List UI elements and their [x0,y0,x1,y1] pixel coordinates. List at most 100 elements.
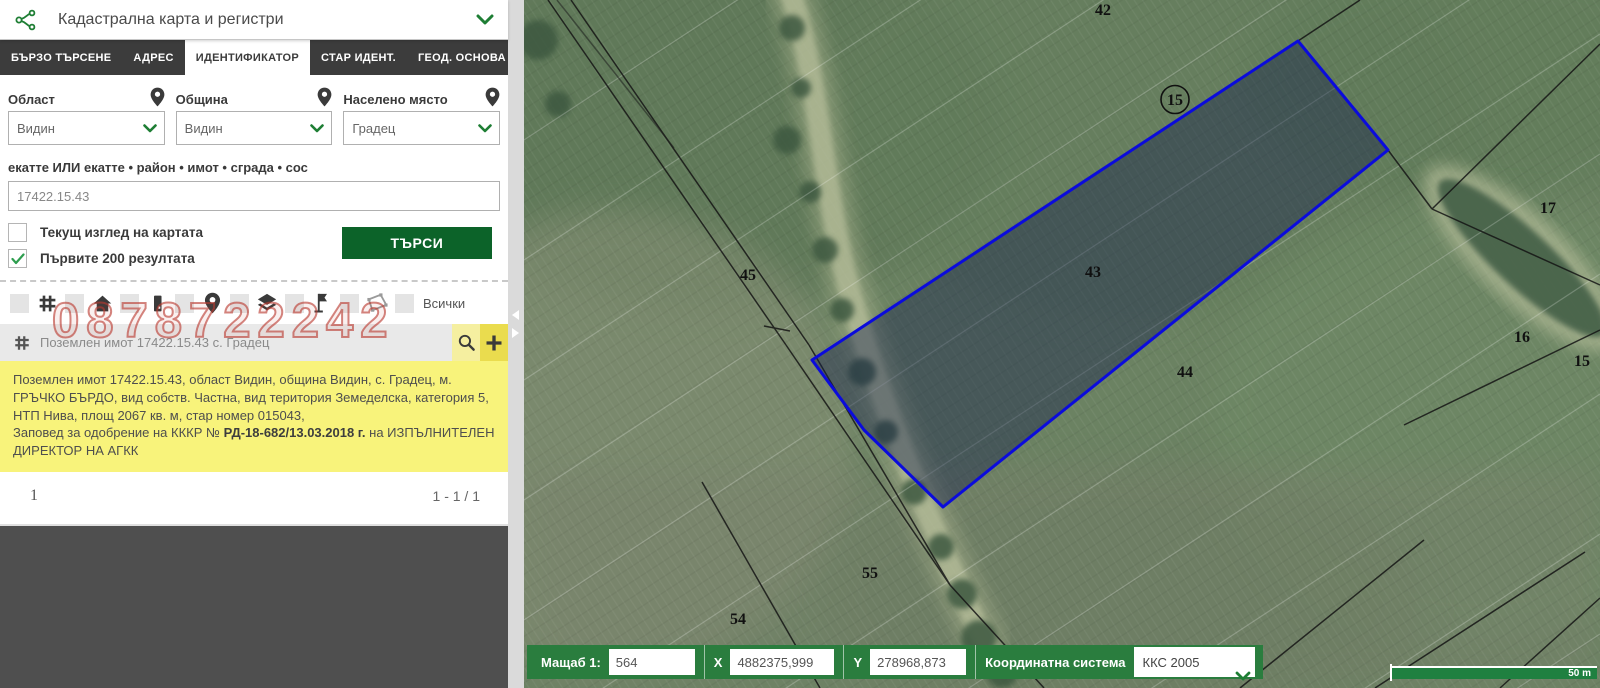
pin-icon[interactable] [200,291,224,315]
current-view-checkbox[interactable] [8,223,27,242]
pagination: 1 1 - 1 / 1 [8,472,500,520]
divider [0,280,508,282]
pin-icon[interactable] [317,87,332,107]
expand-right-icon[interactable] [512,328,519,338]
building-icon[interactable] [145,291,169,315]
polygon-icon[interactable] [365,291,389,315]
divider [843,645,844,679]
layers-icon[interactable] [255,291,279,315]
first-200-label: Първите 200 резултата [40,251,195,266]
settlement-label: Населено място [343,92,447,107]
result-detail-panel: Поземлен имот 17422.15.43, област Видин,… [0,361,508,472]
chevron-down-icon [310,124,324,133]
field-oblast: Област Видин [8,85,165,145]
parcel-label: 17 [1540,200,1556,217]
obshtina-value: Видин [185,121,311,136]
pin-icon[interactable] [485,87,500,107]
map-statusbar: Мащаб 1: X Y Координатна система ККС 200… [527,645,1263,679]
search-icon [457,333,476,352]
pin-icon[interactable] [150,87,165,107]
chevron-down-icon [143,124,157,133]
route-icon [14,8,38,32]
identifier-form: Област Видин Общи [0,75,508,520]
crs-label: Координатна система [985,655,1125,670]
zoom-to-result-button[interactable] [452,324,480,361]
app-title: Кадастрална карта и регистри [58,11,476,29]
parcel-label: 42 [1095,2,1111,19]
add-result-button[interactable] [480,324,508,361]
map-scalebar: 50 m [1390,666,1597,679]
flag-icon[interactable] [310,291,334,315]
parcel-label: 16 [1514,329,1530,346]
search-tabbar: БЪРЗО ТЪРСЕНЕ АДРЕС ИДЕНТИФИКАТОР СТАР И… [0,40,508,75]
result-detail-text: Поземлен имот 17422.15.43, област Видин,… [13,371,495,460]
y-coordinate-input[interactable] [870,649,966,675]
tab-address[interactable]: АДРЕС [122,40,184,75]
tab-quick-search[interactable]: БЪРЗО ТЪРСЕНЕ [0,40,122,75]
map-canvas[interactable]: 42 15 17 45 43 16 15 44 55 54 [524,0,1600,688]
pin-layer-checkbox[interactable] [175,294,194,313]
layers-toolbar: Всички [8,291,500,315]
divider [704,645,705,679]
result-row-title: Поземлен имот 17422.15.43 с. Градец [40,335,452,350]
all-layer-checkbox[interactable] [395,294,414,313]
obshtina-select[interactable]: Видин [176,111,333,145]
grid-icon [13,334,31,352]
sidebar-empty-area [0,524,508,688]
sidebar-splitter[interactable] [508,0,524,688]
y-label: Y [853,655,862,670]
parcel-label: 44 [1177,364,1193,381]
crs-value: ККС 2005 [1143,655,1200,670]
x-label: X [714,655,723,670]
page-number[interactable]: 1 [30,487,38,505]
app-header: Кадастрална карта и регистри [0,0,508,40]
parcel-label: 55 [862,565,878,582]
flag-layer-checkbox[interactable] [285,294,304,313]
oblast-label: Област [8,92,55,107]
grid-layer-checkbox[interactable] [10,294,29,313]
oblast-value: Видин [17,121,143,136]
house-layer-checkbox[interactable] [65,294,84,313]
check-icon [11,253,25,265]
field-obshtina: Община Видин [176,85,333,145]
x-coordinate-input[interactable] [730,649,834,675]
obshtina-label: Община [176,92,228,107]
chevron-down-icon[interactable] [476,14,494,26]
plus-icon [484,333,504,353]
scale-label: Мащаб 1: [541,655,601,670]
first-200-checkbox[interactable] [8,249,27,268]
page-range: 1 - 1 / 1 [433,488,480,504]
all-layers-label: Всички [423,296,465,311]
tab-geod-base[interactable]: ГЕОД. ОСНОВА [407,40,517,75]
scalebar-label: 50 m [1568,668,1597,679]
divider [975,645,976,679]
chevron-down-icon [478,124,492,133]
layers-layer-checkbox[interactable] [230,294,249,313]
search-button[interactable]: ТЪРСИ [342,227,492,259]
building-layer-checkbox[interactable] [120,294,139,313]
parcel-label: 15 [1167,92,1183,109]
field-settlement: Населено място Градец [343,85,500,145]
polygon-layer-checkbox[interactable] [340,294,359,313]
parcel-label: 43 [1085,264,1101,281]
current-view-label: Текущ изглед на картата [40,225,203,240]
chevron-down-icon [1235,671,1251,681]
scale-input[interactable] [609,649,695,675]
settlement-select[interactable]: Градец [343,111,500,145]
collapse-left-icon[interactable] [512,310,519,320]
result-row[interactable]: Поземлен имот 17422.15.43 с. Градец [0,324,508,361]
app-window: Кадастрална карта и регистри БЪРЗО ТЪРСЕ… [0,0,1600,688]
parcel-label: 54 [730,611,746,628]
crs-select[interactable]: ККС 2005 [1134,647,1256,677]
ekatte-input[interactable] [8,181,500,211]
sidebar: Кадастрална карта и регистри БЪРЗО ТЪРСЕ… [0,0,508,688]
ekatte-label: екатте ИЛИ екатте • район • имот • сград… [8,160,500,175]
settlement-value: Градец [352,121,478,136]
oblast-select[interactable]: Видин [8,111,165,145]
tab-identifier[interactable]: ИДЕНТИФИКАТОР [185,40,310,75]
tab-old-ident[interactable]: СТАР ИДЕНТ. [310,40,407,75]
grid-icon[interactable] [35,291,59,315]
house-icon[interactable] [90,291,114,315]
parcel-label: 45 [740,267,756,284]
parcel-label: 15 [1574,353,1590,370]
